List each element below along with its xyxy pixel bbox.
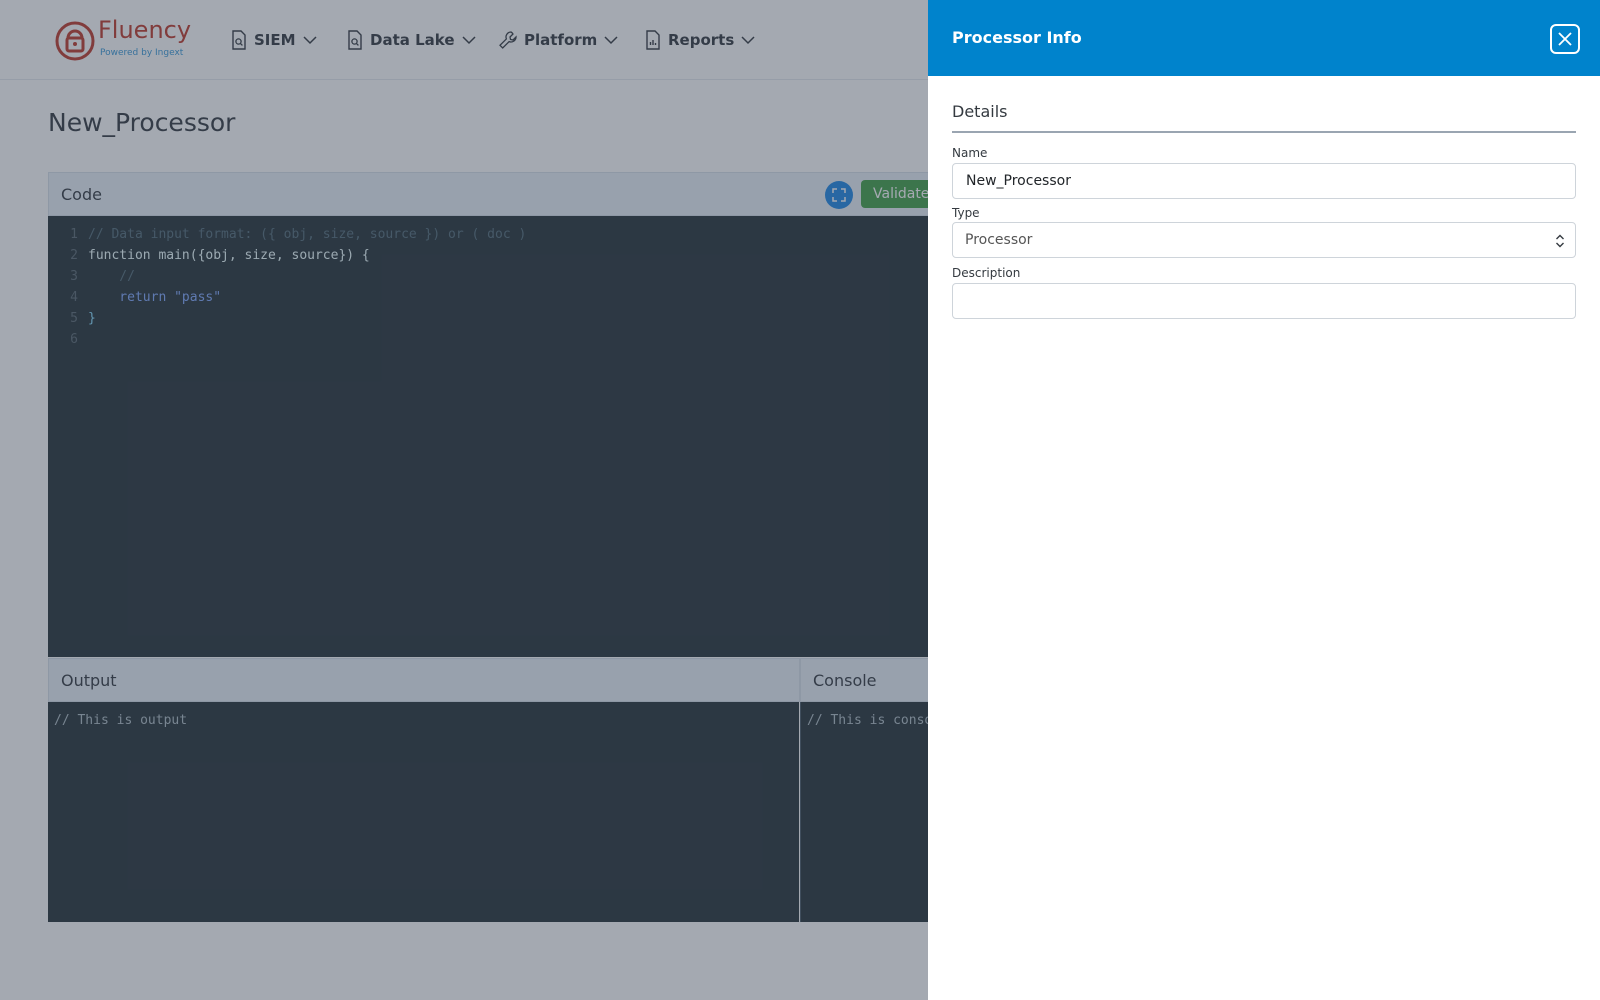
section-divider — [952, 131, 1576, 133]
description-input[interactable] — [952, 283, 1576, 319]
type-select-value: Processor — [965, 232, 1033, 248]
processor-info-drawer: Processor Info Details Name Type Process… — [928, 0, 1600, 1000]
close-drawer-button[interactable] — [1550, 24, 1580, 54]
drawer-title: Processor Info — [952, 28, 1082, 47]
details-section-title: Details — [952, 102, 1008, 121]
drawer-header: Processor Info — [928, 0, 1600, 76]
name-label: Name — [952, 146, 988, 160]
description-label: Description — [952, 266, 1021, 280]
select-arrows-icon — [1556, 234, 1564, 248]
name-input[interactable] — [952, 163, 1576, 199]
type-label: Type — [952, 206, 980, 220]
type-select[interactable]: Processor — [952, 222, 1576, 258]
close-icon — [1558, 32, 1572, 46]
